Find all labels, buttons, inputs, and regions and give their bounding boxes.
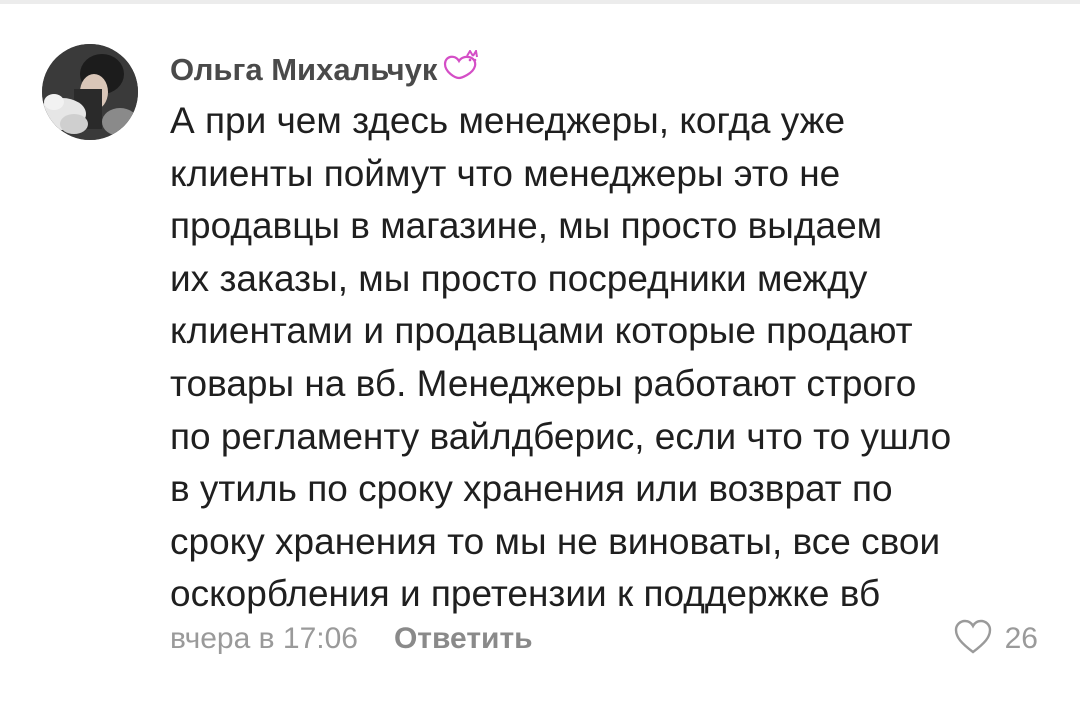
comment-line: клиенты поймут что менеджеры это не	[170, 152, 841, 194]
comment-line: товары на вб. Менеджеры работают строго	[170, 362, 917, 404]
comment-line: по регламенту вайлдберис, если что то уш…	[170, 415, 952, 457]
heart-cat-badge-icon	[439, 47, 483, 85]
comment-line: клиентами и продавцами которые продают	[170, 310, 913, 352]
heart-outline-icon	[953, 619, 993, 660]
avatar-photo	[42, 44, 138, 140]
comment-line: их заказы, мы просто посредники между	[170, 257, 868, 299]
comment-line: сроку хранения то мы не виноваты, все св…	[170, 520, 941, 562]
comment-footer: вчера в 17:06 Ответить	[170, 617, 1050, 661]
avatar[interactable]	[42, 44, 138, 140]
author-name[interactable]: Ольга Михальчук	[170, 52, 437, 88]
comment-line: оскорбления и претензии к поддержке вб	[170, 573, 881, 615]
reply-button[interactable]: Ответить	[394, 622, 533, 656]
comment-text: А при чем здесь менеджеры, когда уже кли…	[170, 95, 1050, 621]
comment-line: в утиль по сроку хранения или возврат по	[170, 468, 893, 510]
comment-line: продавцы в магазине, мы просто выдаем	[170, 205, 883, 247]
comment-line: А при чем здесь менеджеры, когда уже	[170, 100, 846, 141]
comment-item: Ольга Михальчук А при чем здесь менеджер…	[0, 0, 1080, 709]
author-row: Ольга Михальчук	[170, 47, 483, 92]
like-button[interactable]: 26	[953, 617, 1038, 661]
likes-count: 26	[1004, 622, 1038, 655]
comment-timestamp: вчера в 17:06	[170, 622, 358, 655]
